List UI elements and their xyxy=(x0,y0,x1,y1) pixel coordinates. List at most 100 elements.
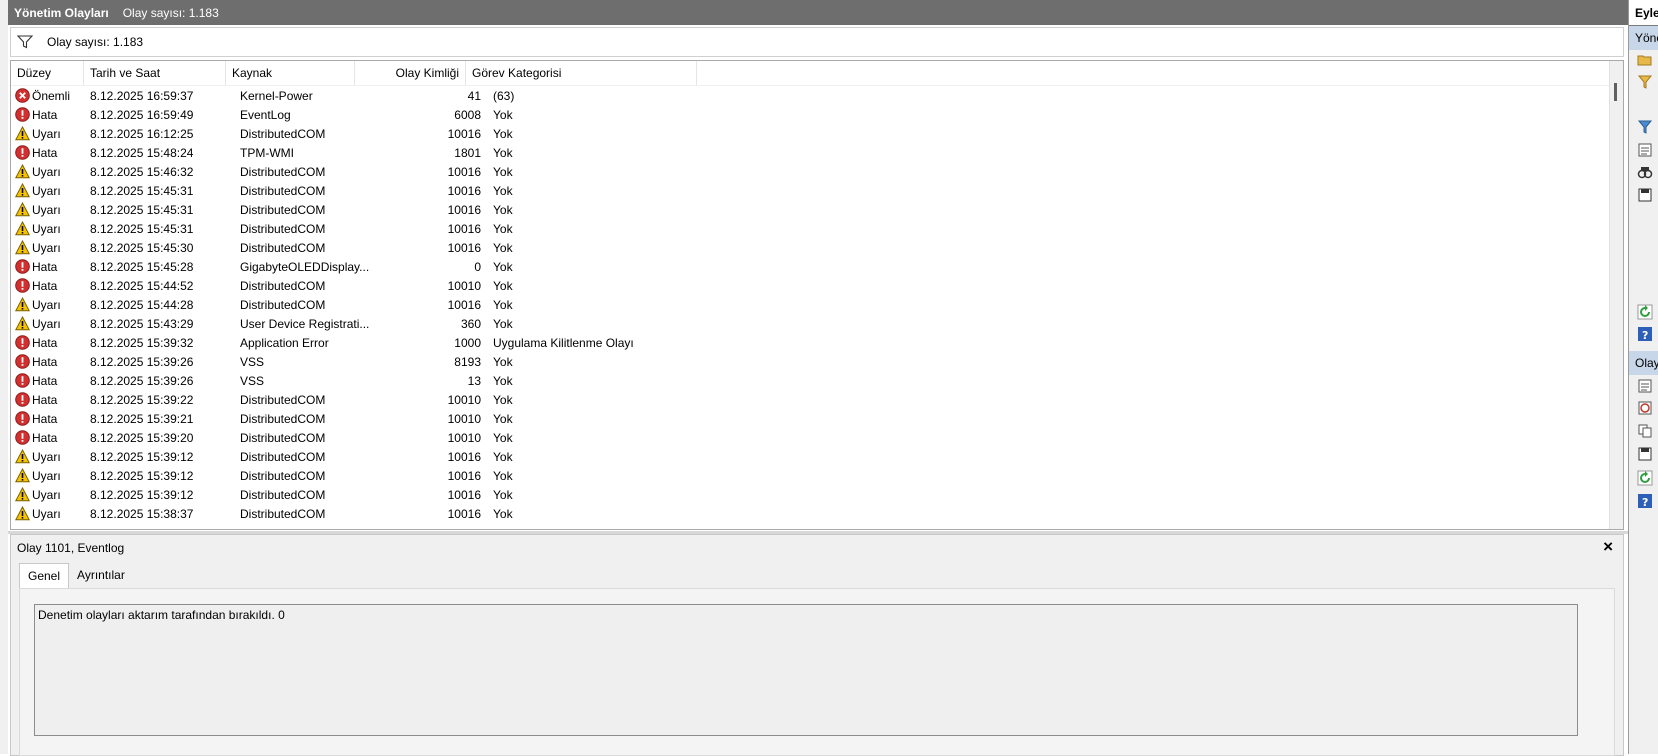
error-icon xyxy=(15,392,30,407)
cell-source: VSS xyxy=(240,373,265,388)
table-row[interactable]: Hata 8.12.2025 15:48:24 TPM-WMI 1801 Yok xyxy=(11,143,1611,162)
filter-icon[interactable] xyxy=(1637,119,1653,135)
actions-section-event[interactable]: Olay 1101, Eventlog xyxy=(1629,351,1658,375)
cell-level: Hata xyxy=(11,278,84,293)
table-row[interactable]: Hata 8.12.2025 15:39:26 VSS 8193 Yok xyxy=(11,352,1611,371)
column-header-source[interactable]: Kaynak xyxy=(226,61,355,85)
filter-icon[interactable] xyxy=(1637,74,1653,90)
level-text: Hata xyxy=(32,392,58,407)
table-row[interactable]: Hata 8.12.2025 15:39:26 VSS 13 Yok xyxy=(11,371,1611,390)
table-row[interactable]: Uyarı 8.12.2025 15:45:31 DistributedCOM 100… xyxy=(11,219,1611,238)
cell-level: Uyarı xyxy=(11,449,84,464)
event-properties-icon[interactable] xyxy=(1637,378,1653,394)
cell-event-id: 8193 xyxy=(454,354,481,369)
cell-event-id: 10010 xyxy=(447,278,481,293)
refresh-icon[interactable] xyxy=(1637,470,1653,486)
cell-level: Uyarı xyxy=(11,506,84,521)
error-icon xyxy=(15,430,30,445)
cell-source: EventLog xyxy=(240,107,291,122)
cell-datetime: 8.12.2025 15:45:31 xyxy=(90,202,194,217)
cell-source: DistributedCOM xyxy=(240,506,326,521)
cell-task-category: Yok xyxy=(493,202,513,217)
cell-task-category: Yok xyxy=(493,506,513,521)
save-icon[interactable] xyxy=(1637,446,1653,462)
copy-icon[interactable] xyxy=(1637,423,1653,439)
attach-task-icon[interactable] xyxy=(1637,400,1653,416)
table-row[interactable]: Uyarı 8.12.2025 15:43:29 User Device Regis… xyxy=(11,314,1611,333)
column-header-task-category[interactable]: Görev Kategorisi xyxy=(466,61,697,85)
cell-source: DistributedCOM xyxy=(240,392,326,407)
table-row[interactable]: Önemli 8.12.2025 16:59:37 Kernel-Power 41 (6… xyxy=(11,86,1611,105)
table-row[interactable]: Hata 8.12.2025 15:39:32 Application Error 1… xyxy=(11,333,1611,352)
properties-icon[interactable] xyxy=(1637,142,1653,158)
help-icon[interactable]: ? xyxy=(1637,493,1653,509)
tab-general[interactable]: Genel xyxy=(19,563,70,588)
cell-event-id: 10016 xyxy=(447,126,481,141)
column-header-event-id[interactable]: Olay Kimliği xyxy=(355,61,466,85)
cell-datetime: 8.12.2025 15:45:28 xyxy=(90,259,194,274)
cell-event-id: 6008 xyxy=(454,107,481,122)
table-row[interactable]: Hata 8.12.2025 16:59:49 EventLog 6008 Yok xyxy=(11,105,1611,124)
table-row[interactable]: Uyarı 8.12.2025 15:45:31 DistributedCOM 100… xyxy=(11,200,1611,219)
help-icon[interactable]: ? xyxy=(1637,326,1653,342)
vertical-scrollbar[interactable] xyxy=(1609,61,1623,529)
column-header-level[interactable]: Düzey xyxy=(11,61,84,85)
table-row[interactable]: Uyarı 8.12.2025 15:46:32 DistributedCOM 100… xyxy=(11,162,1611,181)
table-row[interactable]: Uyarı 8.12.2025 15:45:30 DistributedCOM 100… xyxy=(11,238,1611,257)
cell-task-category: Yok xyxy=(493,240,513,255)
cell-event-id: 360 xyxy=(460,316,481,331)
save-icon[interactable] xyxy=(1637,187,1653,203)
warning-icon xyxy=(15,297,30,312)
table-row[interactable]: Uyarı 8.12.2025 15:44:28 DistributedCOM 100… xyxy=(11,295,1611,314)
cell-source: DistributedCOM xyxy=(240,468,326,483)
cell-source: User Device Registrati... xyxy=(240,316,370,331)
level-text: Uyarı xyxy=(32,164,61,179)
actions-header: Eylemler xyxy=(1629,0,1658,26)
event-message[interactable]: Denetim olayları aktarım tarafından bıra… xyxy=(34,604,1578,736)
cell-level: Uyarı xyxy=(11,297,84,312)
cell-task-category: Yok xyxy=(493,449,513,464)
actions-section-view[interactable]: Yönetim Olayları xyxy=(1629,26,1658,50)
cell-source: DistributedCOM xyxy=(240,430,326,445)
tab-details[interactable]: Ayrıntılar xyxy=(69,563,133,587)
table-row[interactable]: Hata 8.12.2025 15:39:20 DistributedCOM 1001… xyxy=(11,428,1611,447)
find-icon[interactable] xyxy=(1637,164,1653,180)
table-row[interactable]: Uyarı 8.12.2025 15:39:12 DistributedCOM 100… xyxy=(11,447,1611,466)
table-row[interactable]: Hata 8.12.2025 15:39:21 DistributedCOM 1001… xyxy=(11,409,1611,428)
cell-task-category: Yok xyxy=(493,430,513,445)
refresh-icon[interactable] xyxy=(1637,304,1653,320)
cell-source: VSS xyxy=(240,354,265,369)
table-row[interactable]: Hata 8.12.2025 15:39:22 DistributedCOM 1001… xyxy=(11,390,1611,409)
column-header-datetime[interactable]: Tarih ve Saat xyxy=(84,61,226,85)
cell-datetime: 8.12.2025 15:39:26 xyxy=(90,373,194,388)
cell-task-category: Uygulama Kilitlenme Olayı xyxy=(493,335,634,350)
cell-level: Uyarı xyxy=(11,468,84,483)
table-row[interactable]: Uyarı 8.12.2025 15:39:12 DistributedCOM 100… xyxy=(11,466,1611,485)
cell-source: TPM-WMI xyxy=(240,145,294,160)
event-list[interactable]: Düzey Tarih ve Saat Kaynak Olay Kimliği … xyxy=(10,60,1624,530)
close-icon[interactable]: × xyxy=(1603,537,1613,557)
table-row[interactable]: Hata 8.12.2025 15:45:28 GigabyteOLEDDispla… xyxy=(11,257,1611,276)
table-row[interactable]: Hata 8.12.2025 15:44:52 DistributedCOM 1001… xyxy=(11,276,1611,295)
detail-title: Olay 1101, Eventlog xyxy=(17,541,125,555)
warning-icon xyxy=(15,126,30,141)
cell-task-category: Yok xyxy=(493,278,513,293)
folder-open-icon[interactable] xyxy=(1637,52,1653,68)
table-row[interactable]: Uyarı 8.12.2025 16:12:25 DistributedCOM 100… xyxy=(11,124,1611,143)
scrollbar-thumb[interactable] xyxy=(1614,83,1617,101)
cell-task-category: Yok xyxy=(493,183,513,198)
level-text: Hata xyxy=(32,354,58,369)
table-row[interactable]: Uyarı 8.12.2025 15:39:12 DistributedCOM 100… xyxy=(11,485,1611,504)
level-text: Uyarı xyxy=(32,297,61,312)
cell-event-id: 13 xyxy=(467,373,481,388)
cell-task-category: Yok xyxy=(493,259,513,274)
filter-icon[interactable] xyxy=(17,35,33,49)
table-row[interactable]: Uyarı 8.12.2025 15:45:31 DistributedCOM 100… xyxy=(11,181,1611,200)
pane-title-count: Olay sayısı: 1.183 xyxy=(122,5,219,20)
table-row[interactable]: Uyarı 8.12.2025 15:38:37 DistributedCOM 100… xyxy=(11,504,1611,523)
warning-icon xyxy=(15,221,30,236)
cell-event-id: 41 xyxy=(467,88,481,103)
cell-datetime: 8.12.2025 15:46:32 xyxy=(90,164,194,179)
cell-event-id: 10016 xyxy=(447,449,481,464)
cell-event-id: 10010 xyxy=(447,430,481,445)
